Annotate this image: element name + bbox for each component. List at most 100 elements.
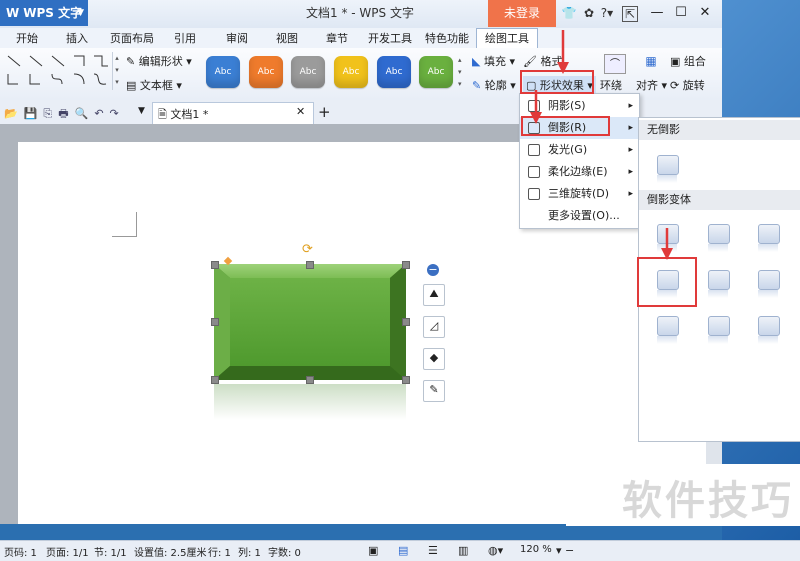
save-icon[interactable]: 💾 [24, 107, 44, 120]
rotate-handle-icon[interactable]: ⟳ [302, 242, 313, 257]
shape-style-darkblue[interactable]: Abc [377, 56, 411, 88]
wps-logo-icon: W [6, 6, 20, 20]
app-menu-button[interactable]: W WPS 文字 ▼ [0, 0, 88, 26]
align-icon[interactable]: ▦ [642, 54, 660, 72]
new-tab-icon[interactable]: + [318, 103, 331, 121]
style-gallery-scroll[interactable]: ▴ ▾ ▾ [458, 54, 466, 90]
export-icon[interactable]: ⎘ [43, 107, 58, 120]
quick-access-dropdown[interactable]: ▼ [138, 106, 145, 116]
tab-page-layout[interactable]: 页面布局 [110, 29, 154, 49]
resize-handle-sw[interactable] [211, 376, 219, 384]
resize-handle-e[interactable] [402, 318, 410, 326]
login-button[interactable]: 未登录 [488, 0, 556, 27]
status-page-number: 页码: 1 [4, 548, 37, 559]
red-arrow-icon [557, 30, 569, 74]
shape-style-gray[interactable]: Abc [291, 56, 325, 88]
status-zoom: 120 % [520, 544, 552, 555]
align-button[interactable]: 对齐 ▾ [636, 77, 667, 93]
rotate-icon: ⟳ [670, 79, 680, 92]
shape-reflection [214, 384, 406, 420]
resize-handle-w[interactable] [211, 318, 219, 326]
tab-insert[interactable]: 插入 [62, 29, 92, 49]
no-reflection-header: 无倒影 [639, 120, 800, 140]
menu-item-more-settings[interactable]: 更多设置(O)... [520, 205, 639, 227]
view-reading-icon[interactable]: ◍▾ [488, 544, 503, 557]
resize-handle-n[interactable] [306, 261, 314, 269]
menu-item-label: 阴影(S) [548, 99, 586, 112]
help-icon[interactable]: ?▾ [598, 4, 616, 22]
quick-access-icons[interactable]: 📂💾⎘🖶🔍↶↷ [4, 105, 125, 124]
tab-references[interactable]: 引用 [170, 29, 200, 49]
resize-handle-s[interactable] [306, 376, 314, 384]
outline-button[interactable]: ✎ 轮廓 ▾ [472, 77, 516, 93]
status-column: 列: 1 [238, 548, 261, 559]
fullscreen-icon[interactable]: ⇱ [622, 6, 638, 22]
view-outline-icon[interactable]: ☰ [428, 544, 438, 557]
tab-section[interactable]: 章节 [322, 29, 352, 49]
layout-options-icon[interactable]: ⛰ [423, 284, 445, 306]
rotate-button[interactable]: ⟳ 旋转 [670, 77, 705, 93]
reflection-variant[interactable] [758, 270, 780, 298]
gallery-scroll[interactable]: ▴ ▾ ▾ [112, 52, 121, 90]
preview-icon[interactable]: 🔍 [75, 107, 95, 120]
fill-side-icon[interactable]: ◆ [423, 348, 445, 370]
print-icon[interactable]: 🖶 [58, 107, 74, 120]
outline-side-icon[interactable]: ✎ [423, 380, 445, 402]
shape-style-blue[interactable]: Abc [206, 56, 240, 88]
close-button[interactable]: ✕ [692, 3, 718, 23]
reflection-variant[interactable] [758, 224, 780, 252]
view-fullscreen-icon[interactable]: ▣ [368, 544, 378, 557]
view-web-icon[interactable]: ▥ [458, 544, 468, 557]
wrap-icon[interactable]: ⌒ [604, 54, 626, 74]
tab-review[interactable]: 审阅 [222, 29, 252, 49]
shape-style-orange[interactable]: Abc [249, 56, 283, 88]
tab-drawing-tools[interactable]: 绘图工具 [476, 28, 538, 49]
line-shapes-gallery[interactable] [6, 52, 110, 92]
menu-item-3d-rotation[interactable]: 三维旋转(D) ▸ [520, 183, 639, 205]
view-page-icon[interactable]: ▤ [398, 544, 408, 557]
shape-style-green[interactable]: Abc [419, 56, 453, 88]
close-tab-icon[interactable]: ✕ [296, 105, 305, 118]
resize-handle-ne[interactable] [402, 261, 410, 269]
undo-icon[interactable]: ↶ [94, 107, 109, 120]
menu-item-label: 更多设置(O)... [548, 209, 620, 222]
doc-tab-text: 文档1 * [170, 108, 209, 121]
menu-item-soft-edges[interactable]: 柔化边缘(E) ▸ [520, 161, 639, 183]
tab-special[interactable]: 特色功能 [425, 29, 469, 49]
shirt-icon[interactable]: 👕 [560, 4, 578, 22]
menu-item-glow[interactable]: 发光(G) ▸ [520, 139, 639, 161]
open-icon[interactable]: 📂 [4, 107, 24, 120]
resize-handle-se[interactable] [402, 376, 410, 384]
textbox-button[interactable]: ▤ 文本框 ▾ [126, 77, 182, 93]
no-reflection-option[interactable] [657, 155, 679, 183]
wrap-button[interactable]: 环绕 [600, 77, 622, 93]
maximize-button[interactable]: ☐ [668, 3, 694, 23]
collapse-icon[interactable]: − [427, 264, 439, 276]
reflection-variant[interactable] [657, 316, 679, 344]
fill-button[interactable]: ◣ 填充 ▾ [472, 53, 515, 69]
group-button[interactable]: ▣ 组合 [670, 53, 706, 69]
submenu-arrow-icon: ▸ [628, 167, 633, 177]
window-title: 文档1 * - WPS 文字 [306, 6, 414, 20]
tab-developer[interactable]: 开发工具 [368, 29, 412, 49]
skin-icon[interactable]: ✿ [580, 4, 598, 22]
status-row: 行: 1 [208, 548, 231, 559]
submenu-arrow-icon: ▸ [628, 145, 633, 155]
reflection-variant[interactable] [758, 316, 780, 344]
shape-style-yellow[interactable]: Abc [334, 56, 368, 88]
chevron-down-icon: ▼ [77, 8, 84, 18]
resize-handle-nw[interactable] [211, 261, 219, 269]
zoom-out-icon[interactable]: ▾ − [556, 544, 574, 557]
soft-edges-icon [528, 166, 540, 178]
menu-item-label: 柔化边缘(E) [548, 165, 608, 178]
edit-shape-button[interactable]: ✎ 编辑形状 ▾ [126, 53, 192, 69]
tab-home[interactable]: 开始 [12, 29, 42, 49]
reflection-variant[interactable] [708, 270, 730, 298]
reflection-variant[interactable] [708, 316, 730, 344]
minimize-button[interactable]: — [644, 3, 670, 23]
edit-shape-side-icon[interactable]: ◿ [423, 316, 445, 338]
selected-rectangle-shape[interactable] [214, 264, 406, 380]
reflection-variant[interactable] [708, 224, 730, 252]
redo-icon[interactable]: ↷ [110, 107, 125, 120]
tab-view[interactable]: 视图 [272, 29, 302, 49]
